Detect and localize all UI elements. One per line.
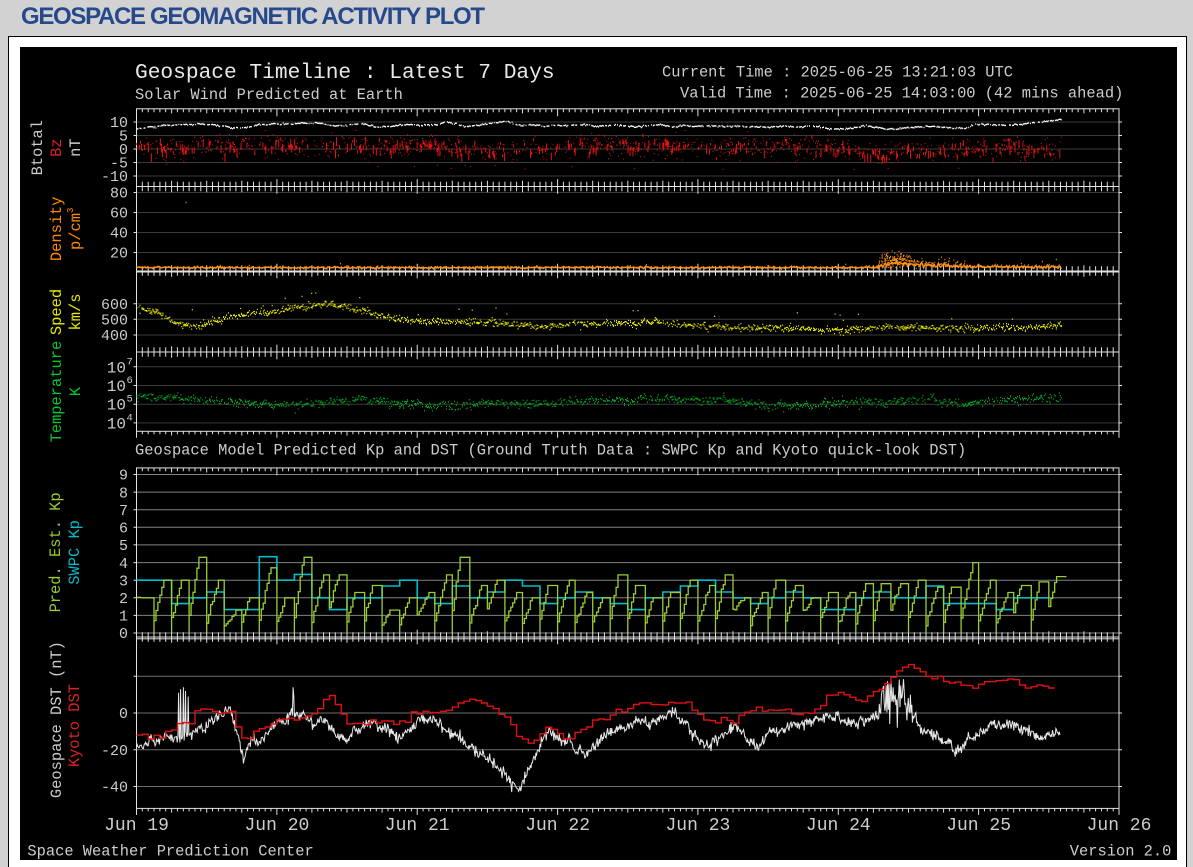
svg-text:Jun 24: Jun 24	[806, 816, 871, 836]
svg-text:Version 2.0: Version 2.0	[1070, 843, 1172, 861]
svg-text:Speed: Speed	[48, 289, 66, 335]
svg-text:Bz: Bz	[48, 138, 66, 156]
svg-text:4: 4	[127, 412, 133, 424]
svg-text:Jun 21: Jun 21	[385, 816, 450, 836]
svg-text:Valid Time : 2025-06-25 14:03:: Valid Time : 2025-06-25 14:03:00 (42 min…	[680, 85, 1123, 103]
svg-text:500: 500	[101, 313, 128, 330]
svg-text:-40: -40	[101, 780, 128, 797]
svg-text:1: 1	[119, 609, 128, 626]
svg-text:Jun 22: Jun 22	[525, 816, 590, 836]
svg-text:Geospace Model Predicted Kp an: Geospace Model Predicted Kp and DST (Gro…	[135, 442, 966, 460]
svg-text:Jun 20: Jun 20	[244, 816, 309, 836]
svg-text:0: 0	[119, 626, 128, 643]
svg-text:km/s: km/s	[67, 294, 85, 331]
svg-text:40: 40	[110, 226, 128, 243]
svg-text:7: 7	[119, 503, 128, 520]
svg-text:Kyoto DST: Kyoto DST	[66, 684, 84, 767]
svg-text:6: 6	[119, 521, 128, 538]
svg-text:Jun 25: Jun 25	[946, 816, 1011, 836]
svg-text:2: 2	[119, 591, 128, 608]
svg-text:3: 3	[119, 573, 128, 590]
svg-text:Btotal: Btotal	[29, 120, 47, 175]
svg-text:Geospace DST (nT): Geospace DST (nT)	[48, 641, 66, 798]
svg-text:6: 6	[127, 375, 133, 387]
svg-text:0: 0	[119, 706, 128, 723]
svg-text:Current Time : 2025-06-25 13:2: Current Time : 2025-06-25 13:21:03 UTC	[662, 64, 1013, 82]
svg-text:10: 10	[107, 397, 126, 415]
svg-text:K: K	[67, 386, 85, 396]
svg-text:10: 10	[107, 378, 126, 396]
svg-text:4: 4	[119, 556, 128, 573]
svg-text:p/cm3: p/cm3	[66, 208, 85, 250]
svg-text:60: 60	[110, 206, 128, 223]
svg-text:Density: Density	[48, 196, 66, 261]
svg-text:400: 400	[101, 328, 128, 345]
svg-text:-10: -10	[101, 169, 128, 186]
svg-text:80: 80	[110, 186, 128, 203]
svg-text:9: 9	[119, 468, 128, 485]
svg-text:7: 7	[127, 356, 133, 368]
svg-text:nT: nT	[67, 138, 85, 156]
svg-text:5: 5	[119, 538, 128, 555]
svg-text:Pred. Est. Kp: Pred. Est. Kp	[47, 492, 65, 612]
svg-text:8: 8	[119, 485, 128, 502]
svg-text:Temperature: Temperature	[48, 341, 66, 443]
svg-text:20: 20	[110, 246, 128, 263]
svg-text:10: 10	[107, 415, 126, 433]
svg-text:Space Weather Prediction Cente: Space Weather Prediction Center	[27, 843, 313, 861]
svg-text:10: 10	[107, 359, 126, 377]
svg-text:Solar Wind Predicted at Earth: Solar Wind Predicted at Earth	[135, 86, 403, 104]
svg-text:Jun 19: Jun 19	[104, 816, 169, 836]
svg-text:Jun 26: Jun 26	[1087, 816, 1152, 836]
svg-text:Geospace Timeline : Latest 7 D: Geospace Timeline : Latest 7 Days	[135, 61, 555, 85]
svg-text:600: 600	[101, 297, 128, 314]
svg-text:SWPC Kp: SWPC Kp	[66, 520, 84, 585]
svg-text:5: 5	[127, 394, 133, 406]
svg-text:Jun 23: Jun 23	[665, 816, 730, 836]
svg-text:-20: -20	[101, 743, 128, 760]
